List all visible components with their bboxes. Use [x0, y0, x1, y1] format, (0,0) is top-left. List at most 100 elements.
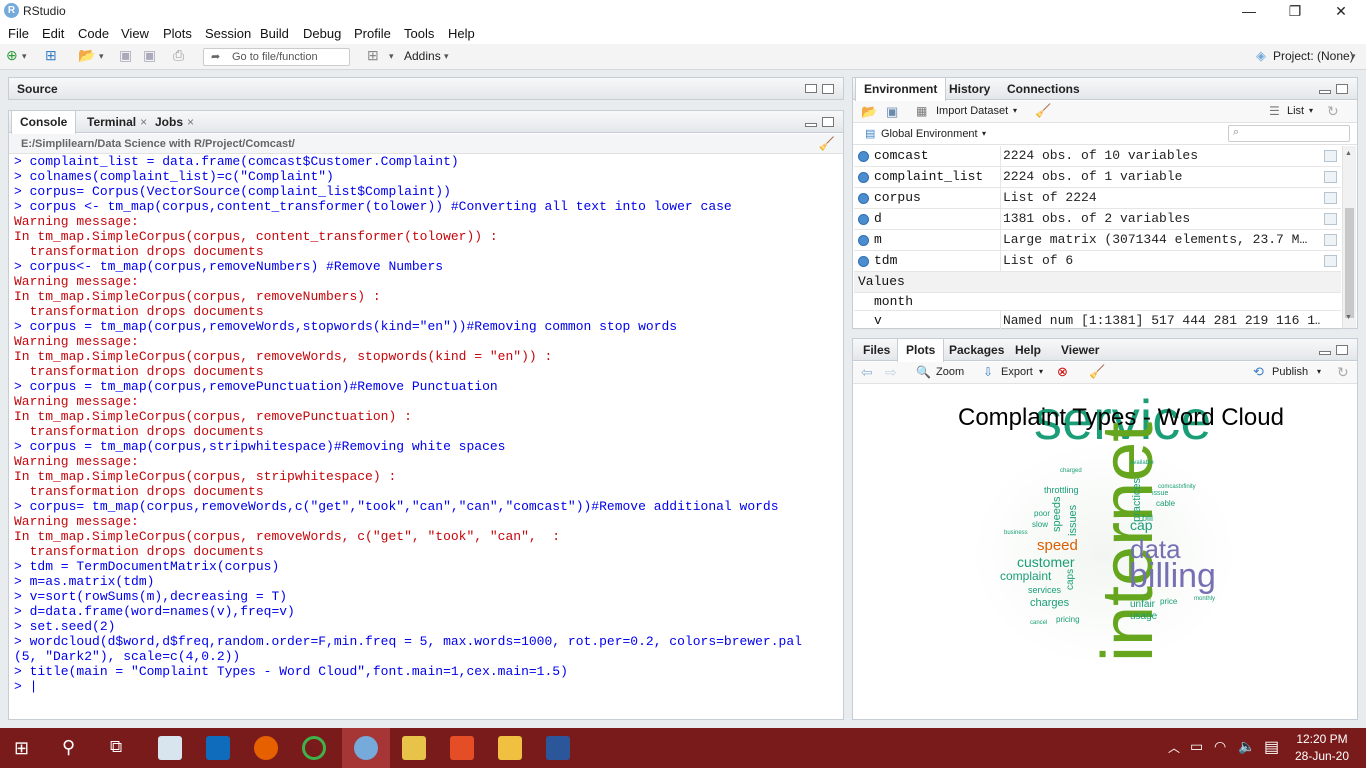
- restore-pane-icon[interactable]: [822, 117, 834, 127]
- env-row-complaint-list[interactable]: complaint_list 2224 obs. of 1 variable: [854, 167, 1341, 188]
- env-value-row-month[interactable]: month: [854, 292, 1341, 311]
- menu-debug[interactable]: Debug: [303, 26, 341, 41]
- maximize-pane-icon[interactable]: [1336, 345, 1348, 355]
- previous-plot-icon[interactable]: ⇦: [861, 364, 873, 381]
- load-workspace-icon[interactable]: 📂: [861, 104, 877, 120]
- open-file-dropdown-icon[interactable]: ▾: [99, 51, 104, 67]
- env-row-tdm[interactable]: tdm List of 6: [854, 251, 1341, 272]
- menu-view[interactable]: View: [121, 26, 149, 41]
- view-data-icon[interactable]: [1324, 213, 1337, 225]
- project-dropdown-icon[interactable]: ▾: [1351, 51, 1356, 67]
- print-icon[interactable]: ⎙: [173, 47, 184, 63]
- export-dropdown-icon[interactable]: ▾: [1039, 367, 1043, 376]
- clock-date[interactable]: 28-Jun-20: [1294, 749, 1350, 763]
- menu-session[interactable]: Session: [205, 26, 251, 41]
- view-data-icon[interactable]: [1324, 234, 1337, 246]
- tab-plots[interactable]: Plots: [897, 339, 945, 362]
- remove-plot-icon[interactable]: ⊗: [1057, 364, 1068, 380]
- export-button[interactable]: Export: [1001, 366, 1033, 378]
- close-button[interactable]: ✕: [1318, 0, 1364, 22]
- import-dropdown-icon[interactable]: ▾: [1013, 106, 1017, 115]
- publish-dropdown-icon[interactable]: ▾: [1317, 367, 1321, 376]
- tab-console[interactable]: Console: [11, 111, 77, 134]
- next-plot-icon[interactable]: ⇨: [885, 364, 897, 381]
- open-file-icon[interactable]: 📂: [78, 47, 95, 63]
- menu-file[interactable]: File: [8, 26, 29, 41]
- go-to-file-input[interactable]: ➦ Go to file/function: [203, 48, 350, 66]
- menu-help[interactable]: Help: [448, 26, 475, 41]
- tab-connections[interactable]: Connections: [999, 78, 1088, 100]
- windows-start-icon[interactable]: ⊞: [14, 738, 29, 759]
- tab-jobs[interactable]: Jobs ×: [147, 111, 202, 133]
- tab-history[interactable]: History: [941, 78, 998, 100]
- outlook-icon[interactable]: [206, 736, 230, 760]
- clock-time[interactable]: 12:20 PM: [1294, 732, 1350, 746]
- view-data-icon[interactable]: [1324, 171, 1337, 183]
- firefox-icon[interactable]: [254, 736, 278, 760]
- task-view-icon[interactable]: ⧉: [110, 737, 122, 757]
- zoom-button[interactable]: Zoom: [936, 366, 964, 378]
- edit-tool-icon[interactable]: [402, 736, 426, 760]
- view-data-icon[interactable]: [1324, 150, 1337, 162]
- env-row-d[interactable]: d 1381 obs. of 2 variables: [854, 209, 1341, 230]
- new-project-icon[interactable]: ⊞: [45, 47, 57, 63]
- layout-dropdown-icon[interactable]: ▾: [389, 51, 394, 67]
- notifications-icon[interactable]: ▤: [1264, 737, 1279, 757]
- env-scrollbar-thumb[interactable]: [1345, 208, 1354, 318]
- save-icon[interactable]: ▣: [119, 47, 132, 63]
- wifi-icon[interactable]: ◠: [1214, 738, 1226, 755]
- environment-scope-select[interactable]: Global Environment: [881, 128, 978, 140]
- minimize-button[interactable]: —: [1226, 0, 1272, 22]
- battery-icon[interactable]: ▭: [1190, 738, 1203, 755]
- expand-arrow-icon[interactable]: [858, 214, 869, 225]
- clear-workspace-icon[interactable]: 🧹: [1035, 103, 1051, 119]
- word-icon[interactable]: [546, 736, 570, 760]
- refresh-icon[interactable]: ↻: [1327, 103, 1339, 120]
- list-dropdown-icon[interactable]: ▾: [1309, 106, 1313, 115]
- tab-environment[interactable]: Environment: [855, 78, 947, 101]
- menu-code[interactable]: Code: [78, 26, 109, 41]
- import-dataset-button[interactable]: Import Dataset: [936, 105, 1008, 117]
- menu-profile[interactable]: Profile: [354, 26, 391, 41]
- menu-plots[interactable]: Plots: [163, 26, 192, 41]
- list-view-toggle[interactable]: List: [1287, 105, 1304, 117]
- expand-arrow-icon[interactable]: [858, 151, 869, 162]
- volume-icon[interactable]: 🔈: [1238, 738, 1255, 755]
- new-file-icon[interactable]: ⊕: [6, 47, 18, 63]
- show-hidden-icons[interactable]: ︿: [1168, 739, 1180, 756]
- env-row-m[interactable]: m Large matrix (3071344 elements, 23.7 M…: [854, 230, 1341, 251]
- tab-packages[interactable]: Packages: [941, 339, 1012, 361]
- tab-help[interactable]: Help: [1007, 339, 1049, 361]
- menu-tools[interactable]: Tools: [404, 26, 434, 41]
- tab-files[interactable]: Files: [855, 339, 898, 361]
- view-data-icon[interactable]: [1324, 192, 1337, 204]
- console-output[interactable]: > complaint_list = data.frame(comcast$Cu…: [14, 154, 844, 694]
- snipping-tool-icon[interactable]: [158, 736, 182, 760]
- minimize-pane-icon[interactable]: [805, 123, 817, 127]
- env-scrollbar[interactable]: ▲ ▼: [1342, 146, 1356, 328]
- green-ring-app-icon[interactable]: [302, 736, 326, 760]
- project-menu[interactable]: Project: (None): [1273, 49, 1354, 65]
- expand-arrow-icon[interactable]: [858, 235, 869, 246]
- grid-layout-icon[interactable]: ⊞: [367, 47, 379, 63]
- file-explorer-icon[interactable]: [498, 736, 522, 760]
- menu-build[interactable]: Build: [260, 26, 289, 41]
- new-file-dropdown-icon[interactable]: ▾: [22, 51, 27, 67]
- expand-arrow-icon[interactable]: [858, 256, 869, 267]
- minimize-pane-icon[interactable]: [1319, 90, 1331, 94]
- expand-arrow-icon[interactable]: [858, 193, 869, 204]
- maximize-pane-icon[interactable]: [822, 84, 834, 94]
- env-row-comcast[interactable]: comcast 2224 obs. of 10 variables: [854, 146, 1341, 167]
- menu-edit[interactable]: Edit: [42, 26, 64, 41]
- tab-viewer[interactable]: Viewer: [1053, 339, 1107, 361]
- clear-plots-icon[interactable]: 🧹: [1089, 364, 1105, 380]
- restore-button[interactable]: ❐: [1272, 0, 1318, 22]
- view-data-icon[interactable]: [1324, 255, 1337, 267]
- save-workspace-icon[interactable]: ▣: [886, 104, 898, 120]
- refresh-plot-icon[interactable]: ↻: [1337, 364, 1349, 381]
- close-tab-icon[interactable]: ×: [187, 115, 194, 129]
- publish-button[interactable]: Publish: [1272, 366, 1308, 378]
- minimize-pane-icon[interactable]: [1319, 351, 1331, 355]
- maximize-pane-icon[interactable]: [1336, 84, 1348, 94]
- expand-arrow-icon[interactable]: [858, 172, 869, 183]
